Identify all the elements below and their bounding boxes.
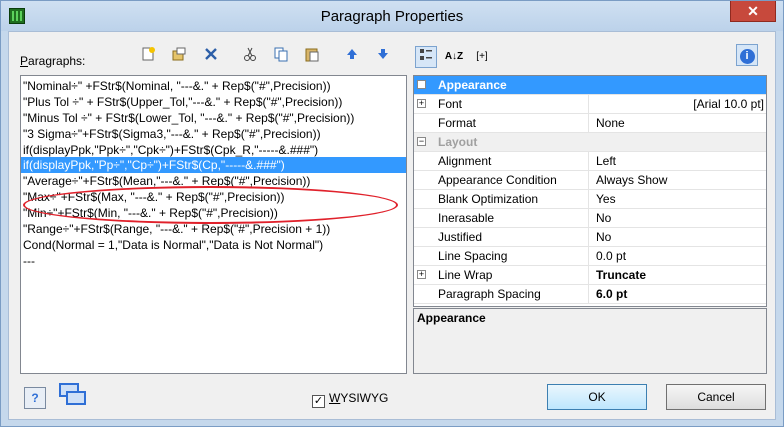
alphabetical-sort-icon[interactable]: A↓Z: [443, 46, 465, 68]
property-category[interactable]: − Layout: [414, 133, 766, 152]
property-value[interactable]: No: [594, 228, 766, 246]
property-row[interactable]: Paragraph Spacing 6.0 pt: [414, 285, 766, 304]
property-value[interactable]: Truncate: [594, 266, 766, 284]
property-value[interactable]: [Arial 10.0 pt]: [594, 95, 766, 113]
property-name: Line Wrap: [432, 266, 589, 284]
expander-icon[interactable]: +: [417, 99, 426, 108]
ok-button[interactable]: OK: [547, 384, 647, 410]
property-category[interactable]: − Appearance: [414, 76, 766, 95]
property-row[interactable]: + Line Wrap Truncate: [414, 266, 766, 285]
property-description: Appearance: [413, 308, 767, 374]
paragraph-item[interactable]: "Min÷"+FStr$(Min, "---&." + Rep$("#",Pre…: [21, 205, 406, 221]
copy-icon[interactable]: [270, 46, 292, 68]
property-name: Font: [432, 95, 589, 113]
expander-icon[interactable]: −: [417, 80, 426, 89]
dialog-client-area: Paragraphs: "Nominal÷" +FStr$(Nominal, "…: [8, 31, 776, 420]
property-value[interactable]: Yes: [594, 190, 766, 208]
move-down-icon[interactable]: [372, 46, 394, 68]
paragraphs-list[interactable]: "Nominal÷" +FStr$(Nominal, "---&." + Rep…: [20, 75, 407, 374]
paragraphs-label: Paragraphs:: [20, 54, 86, 68]
paragraph-item[interactable]: "Nominal÷" +FStr$(Nominal, "---&." + Rep…: [21, 78, 406, 94]
property-row[interactable]: Blank Optimization Yes: [414, 190, 766, 209]
title-bar[interactable]: Paragraph Properties ✕: [1, 1, 783, 31]
cancel-button[interactable]: Cancel: [666, 384, 766, 410]
property-value[interactable]: No: [594, 209, 766, 227]
property-row[interactable]: Line Spacing 0.0 pt: [414, 247, 766, 266]
paragraph-item[interactable]: "Average÷"+FStr$(Mean,"---&." + Rep$("#"…: [21, 173, 406, 189]
property-row[interactable]: Format None: [414, 114, 766, 133]
property-row[interactable]: + Font [Arial 10.0 pt]: [414, 95, 766, 114]
paragraph-item[interactable]: "3 Sigma÷"+FStr$(Sigma3,"---&." + Rep$("…: [21, 126, 406, 142]
wysiwyg-checkbox[interactable]: ✓ WYSIWYG: [312, 391, 388, 408]
paragraph-item[interactable]: ---: [21, 253, 406, 269]
paragraph-item[interactable]: "Max÷"+FStr$(Max, "---&." + Rep$("#",Pre…: [21, 189, 406, 205]
paragraph-item[interactable]: "Plus Tol ÷" + FStr$(Upper_Tol,"---&." +…: [21, 94, 406, 110]
description-title: Appearance: [417, 311, 486, 325]
property-row[interactable]: Alignment Left: [414, 152, 766, 171]
paste-icon[interactable]: [301, 46, 323, 68]
property-value[interactable]: Left: [594, 152, 766, 170]
window-title: Paragraph Properties: [320, 8, 464, 25]
property-value[interactable]: 0.0 pt: [594, 247, 766, 265]
paragraph-item[interactable]: if(displayPpk,"Ppk÷","Cpk÷")+FStr$(Cpk_R…: [21, 142, 406, 158]
categorized-view-icon[interactable]: [415, 46, 437, 68]
property-name: Layout: [438, 135, 478, 149]
new-paragraph-icon[interactable]: [137, 46, 159, 68]
expander-icon[interactable]: −: [417, 137, 426, 146]
property-row[interactable]: Appearance Condition Always Show: [414, 171, 766, 190]
move-up-icon[interactable]: [341, 46, 363, 68]
property-name: Line Spacing: [432, 247, 589, 265]
windows-icon[interactable]: [59, 383, 87, 409]
paragraph-item-selected[interactable]: if(displayPpk,"Pp÷","Cp÷")+FStr$(Cp,"---…: [21, 157, 406, 174]
close-button[interactable]: ✕: [730, 1, 776, 22]
property-row[interactable]: Justified No: [414, 228, 766, 247]
property-value[interactable]: 6.0 pt: [594, 285, 766, 303]
paragraph-item[interactable]: "Range÷"+FStr$(Range, "---&." + Rep$("#"…: [21, 221, 406, 237]
property-grid[interactable]: − Appearance + Font [Arial 10.0 pt] Format Non…: [413, 75, 767, 307]
paragraph-item[interactable]: Cond(Normal = 1,"Data is Normal","Data i…: [21, 237, 406, 253]
cut-icon[interactable]: [239, 46, 261, 68]
property-pages-icon[interactable]: [+]: [471, 46, 493, 68]
property-name: Appearance Condition: [432, 171, 589, 189]
property-name: Justified: [432, 228, 589, 246]
info-icon[interactable]: i: [736, 44, 758, 66]
property-name: Paragraph Spacing: [432, 285, 589, 303]
expander-icon[interactable]: +: [417, 270, 426, 279]
insert-paragraph-icon[interactable]: [168, 46, 190, 68]
property-toolbar: A↓Z [+]: [415, 44, 767, 72]
property-name: Appearance: [438, 78, 507, 92]
delete-icon[interactable]: [200, 46, 222, 68]
paragraph-item[interactable]: "Minus Tol ÷" + FStr$(Lower_Tol, "---&."…: [21, 110, 406, 126]
property-value[interactable]: None: [594, 114, 766, 132]
property-value[interactable]: Always Show: [594, 171, 766, 189]
property-row[interactable]: Inerasable No: [414, 209, 766, 228]
property-name: Blank Optimization: [432, 190, 589, 208]
help-button[interactable]: ?: [24, 387, 46, 409]
property-name: Format: [432, 114, 589, 132]
paragraph-properties-dialog: Paragraph Properties ✕ Paragraphs: "Nomi…: [0, 0, 784, 427]
property-name: Alignment: [432, 152, 589, 170]
property-name: Inerasable: [432, 209, 589, 227]
